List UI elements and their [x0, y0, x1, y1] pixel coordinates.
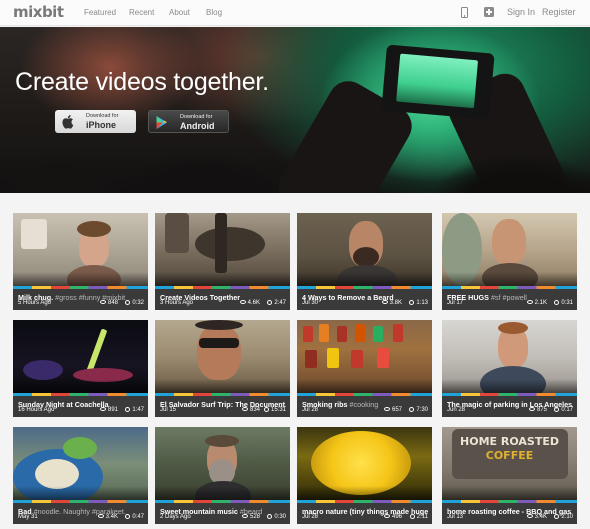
video-tags: #cooking [349, 400, 379, 409]
nav-link-about[interactable]: About [169, 8, 190, 18]
video-card[interactable]: 16 Hours Ago 891 1:47 Sunday Night at Co… [13, 320, 148, 417]
video-title[interactable]: 4 Ways to Remove a Beard [302, 293, 428, 302]
color-stripe [297, 393, 432, 396]
video-card[interactable]: 3 Hours Ago 4.6K 2:47 Create Videos Toge… [155, 213, 290, 310]
iphone-button-caption: Download for [86, 113, 119, 119]
hero-phone-image [381, 44, 495, 120]
coffee-sign-line1: HOME ROASTED [460, 435, 559, 448]
color-stripe [297, 286, 432, 289]
hero-title: Create videos together. [15, 68, 269, 96]
nav-link-blog[interactable]: Blog [206, 8, 222, 18]
video-thumbnail [442, 213, 577, 286]
android-button-caption: Download for [180, 114, 213, 120]
top-nav: mixbit Featured Recent About Blog Sign I… [0, 0, 590, 26]
color-stripe [155, 500, 290, 503]
color-stripe [155, 286, 290, 289]
sign-in-link[interactable]: Sign In [507, 7, 535, 18]
video-card[interactable]: 5 Hours Ago 848 0:32 Milk chug. #gross #… [13, 213, 148, 310]
video-title[interactable]: El Salvador Surf Trip: The Document... [160, 400, 286, 409]
video-title[interactable]: FREE HUGS #sf #powell [447, 293, 573, 302]
color-stripe [13, 393, 148, 396]
video-card[interactable]: Jun 28 875 0:17 The magic of parking in … [442, 320, 577, 417]
android-button-label: Android [180, 121, 215, 131]
color-stripe [155, 393, 290, 396]
video-tags: #gross #funny #mixbit [55, 293, 126, 302]
video-thumbnail [297, 320, 432, 393]
video-title[interactable]: Sunday Night at Coachella [18, 400, 144, 409]
logo-text: mixbit [13, 3, 64, 21]
video-card[interactable]: Jul 15 834 15:31 El Salvador Surf Trip: … [155, 320, 290, 417]
phone-icon[interactable] [461, 7, 468, 18]
video-card[interactable]: May 31 3.4K 0:47 Bad #noodle. Naughty #p… [13, 427, 148, 524]
video-thumbnail [155, 213, 290, 286]
video-title[interactable]: Bad #noodle. Naughty #parakeet. [18, 507, 144, 516]
video-title[interactable]: macro nature (tiny things made huge) [302, 507, 428, 516]
color-stripe [442, 500, 577, 503]
iphone-button-label: iPhone [86, 120, 117, 130]
video-thumbnail [155, 320, 290, 393]
hero-banner: Create videos together. Download for iPh… [0, 27, 590, 193]
video-title[interactable]: home roasting coffee - BBQ and gas [447, 507, 573, 516]
plus-icon[interactable] [484, 7, 494, 17]
coffee-sign-line2: COFFEE [485, 449, 534, 462]
logo[interactable]: mixbit [13, 4, 64, 21]
nav-link-recent[interactable]: Recent [129, 8, 154, 18]
video-thumbnail [13, 427, 148, 500]
nav-link-featured[interactable]: Featured [84, 8, 116, 18]
hero-crowd [0, 123, 590, 193]
video-card[interactable]: Jul 28 496 2:11 macro nature (tiny thing… [297, 427, 432, 524]
color-stripe [13, 500, 148, 503]
video-title[interactable]: The magic of parking in Los Angeles. [447, 400, 573, 409]
video-card[interactable]: Jul 28 657 7:30 Smoking ribs #cooking [297, 320, 432, 417]
video-tags: #beard [239, 507, 263, 516]
color-stripe [13, 286, 148, 289]
video-title[interactable]: Sweet mountain music #beard [160, 507, 286, 516]
video-thumbnail [297, 427, 432, 500]
video-thumbnail [155, 427, 290, 500]
color-stripe [297, 500, 432, 503]
download-android-button[interactable]: Download for Android [148, 110, 229, 133]
video-card[interactable]: HOME ROASTED COFFEE Jul 13 3.4K 2:10 hom… [442, 427, 577, 524]
video-title[interactable]: Milk chug. #gross #funny #mixbit [18, 293, 144, 302]
video-thumbnail [297, 213, 432, 286]
video-thumbnail [13, 320, 148, 393]
video-title[interactable]: Create Videos Together [160, 293, 286, 302]
coffee-sign: HOME ROASTED COFFEE [442, 435, 577, 463]
video-card[interactable]: 2 Days Ago 528 0:30 Sweet mountain music… [155, 427, 290, 524]
video-tags: #sf #powell [490, 293, 527, 302]
apple-icon [62, 115, 74, 129]
video-thumbnail: HOME ROASTED COFFEE [442, 427, 577, 500]
video-thumbnail [13, 213, 148, 286]
video-tags: #noodle. Naughty #parakeet. [33, 507, 126, 516]
video-thumbnail [442, 320, 577, 393]
play-store-icon [156, 116, 167, 129]
video-card[interactable]: Jul 30 3.8K 1:13 4 Ways to Remove a Bear… [297, 213, 432, 310]
video-title[interactable]: Smoking ribs #cooking [302, 400, 428, 409]
download-iphone-button[interactable]: Download for iPhone [55, 110, 136, 133]
color-stripe [442, 286, 577, 289]
video-card[interactable]: Jul 17 2.1K 0:31 FREE HUGS #sf #powell [442, 213, 577, 310]
register-link[interactable]: Register [542, 7, 576, 18]
color-stripe [442, 393, 577, 396]
